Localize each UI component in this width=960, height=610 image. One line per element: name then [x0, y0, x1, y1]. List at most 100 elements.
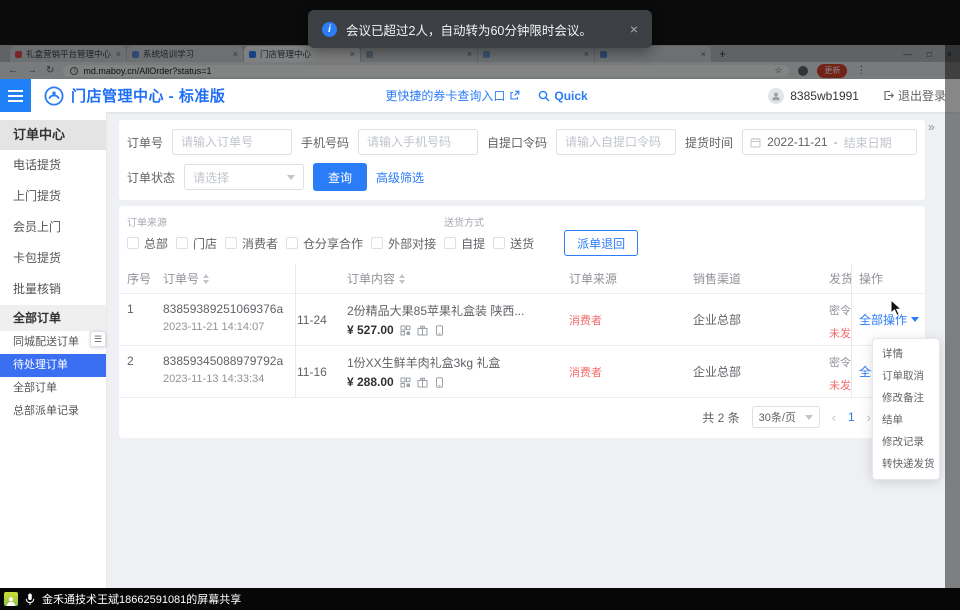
gift-icon[interactable] [417, 377, 428, 388]
date-start-value[interactable]: 2022-11-21 [767, 135, 828, 149]
cell-order-content: 2份精品大果85苹果礼盒装 陕西... ¥ 527.00 [339, 294, 561, 346]
header-order-content[interactable]: 订单内容 [339, 264, 561, 294]
sidebar-section-all-orders[interactable]: 全部订单 [0, 305, 106, 331]
next-page-button[interactable]: › [867, 410, 871, 425]
menu-item-switch-express[interactable]: 转快递发货 [873, 453, 939, 475]
sidebar-section-order-center[interactable]: 订单中心 [0, 120, 106, 150]
qrcode-icon[interactable] [400, 325, 411, 336]
sidebar-collapse-handle[interactable]: ☰ [90, 331, 106, 347]
sidebar-toggle-button[interactable] [0, 79, 31, 112]
header-order-no[interactable]: 订单号 [155, 264, 295, 294]
quick-search-link[interactable]: Quick [538, 89, 587, 103]
screenshare-label: 金禾通技术王斌18662591081的屏幕共享 [42, 591, 241, 607]
checkbox-source-warehouse-share[interactable]: 仓分享合作 [286, 235, 363, 252]
all-actions-dropdown[interactable]: 全部操作 [859, 311, 919, 328]
date-separator: - [834, 135, 838, 149]
checkbox-delivery-deliver[interactable]: 送货 [493, 235, 534, 252]
checkbox-icon[interactable] [127, 237, 139, 249]
app-header: 门店管理中心 - 标准版 更快捷的券卡查询入口 Quick 8385wb199 [0, 79, 960, 112]
order-time: 2023-11-13 14:33:34 [163, 373, 295, 385]
search-button[interactable]: 查询 [313, 163, 367, 191]
header-user-area: 8385wb1991 退出登录 [768, 87, 960, 104]
cell-order-source: 消费者 [561, 346, 685, 398]
fixed-column-divider-right [851, 264, 852, 398]
sidebar-item-door-pickup[interactable]: 上门提货 [0, 181, 106, 212]
menu-item-close-order[interactable]: 结单 [873, 409, 939, 431]
actions-dropdown-menu: 详情 订单取消 修改备注 结单 修改记录 转快递发货 [872, 338, 940, 480]
sidebar-item-batch-verify[interactable]: 批量核销 [0, 274, 106, 305]
filter-checkbox-row: 总部 门店 消费者 仓分享合作 外部对接 自提 送货 派单退回 [127, 230, 638, 256]
pickup-date-range-picker[interactable]: 2022-11-21 - 结束日期 [742, 129, 917, 155]
checkbox-icon[interactable] [371, 237, 383, 249]
order-price: ¥ 527.00 [347, 323, 394, 337]
checkbox-delivery-selfpickup[interactable]: 自提 [444, 235, 485, 252]
order-list-panel: 订单来源 送货方式 总部 门店 消费者 仓分享合作 外部对接 自提 送货 派单退… [119, 206, 925, 438]
sort-icon[interactable] [203, 274, 209, 284]
username-text[interactable]: 8385wb1991 [790, 89, 859, 103]
date-end-placeholder[interactable]: 结束日期 [844, 134, 892, 151]
checkbox-icon[interactable] [176, 237, 188, 249]
panel-collapse-icon[interactable]: » [928, 120, 934, 134]
checkbox-icon[interactable] [444, 237, 456, 249]
gift-icon[interactable] [417, 325, 428, 336]
pickup-code-input[interactable] [556, 129, 676, 155]
microphone-icon [25, 593, 35, 606]
table-row-1: 1 83859389251069376a 2023-11-21 14:14:07… [119, 294, 925, 346]
fixed-column-divider-left [295, 264, 296, 398]
checkbox-icon[interactable] [493, 237, 505, 249]
sort-icon[interactable] [399, 274, 405, 284]
main-content: » 订单号 手机号码 自提口令码 提货时间 2022-11- [107, 112, 960, 588]
cell-ship-status-cut: 密令 未发 [827, 346, 851, 398]
filter-row-2: 订单状态 请选择 查询 高级筛选 [127, 163, 917, 191]
table-row-2: 2 83859345088979792a 2023-11-13 14:33:34… [119, 346, 925, 398]
advanced-filter-link[interactable]: 高级筛选 [376, 169, 424, 186]
order-no-value[interactable]: 83859389251069376a [163, 302, 283, 316]
cell-pickup-date-cut: 11-16 [295, 346, 339, 398]
order-status-select[interactable]: 请选择 [184, 164, 304, 190]
sidebar-item-all-orders[interactable]: 全部订单 [0, 377, 106, 400]
cell-sales-channel: 企业总部 [685, 346, 827, 398]
table-header-row: 序号 订单号 订单内容 订单来源 销售渠道 发货状态 操作 [119, 264, 925, 294]
checkbox-source-store[interactable]: 门店 [176, 235, 217, 252]
menu-item-edit-remark[interactable]: 修改备注 [873, 387, 939, 409]
cell-index: 1 [119, 294, 155, 346]
phone-input[interactable] [358, 129, 478, 155]
coupon-query-link-label: 更快捷的券卡查询入口 [385, 87, 505, 104]
header-index: 序号 [119, 264, 155, 294]
coupon-query-link[interactable]: 更快捷的券卡查询入口 [385, 87, 520, 104]
sidebar-item-member-visit[interactable]: 会员上门 [0, 212, 106, 243]
order-no-input[interactable] [172, 129, 292, 155]
order-price: ¥ 288.00 [347, 375, 394, 389]
presenter-avatar [4, 592, 18, 606]
cell-index: 2 [119, 346, 155, 398]
dispatch-return-button[interactable]: 派单退回 [564, 230, 638, 256]
meeting-toast: i 会议已超过2人，自动转为60分钟限时会议。 × [308, 10, 652, 48]
checkbox-icon[interactable] [286, 237, 298, 249]
menu-item-edit-history[interactable]: 修改记录 [873, 431, 939, 453]
order-no-value[interactable]: 83859345088979792a [163, 354, 283, 368]
prev-page-button[interactable]: ‹ [832, 410, 836, 425]
checkbox-source-hq[interactable]: 总部 [127, 235, 168, 252]
phone-icon[interactable] [434, 325, 445, 336]
menu-item-details[interactable]: 详情 [873, 343, 939, 365]
page-size-select[interactable]: 30条/页 [752, 406, 820, 428]
sidebar-item-pending-orders-active[interactable]: 待处理订单 [0, 354, 106, 377]
sidebar-item-phone-pickup[interactable]: 电话提货 [0, 150, 106, 181]
screenshare-dim-overlay-right [945, 45, 960, 588]
menu-item-cancel-order[interactable]: 订单取消 [873, 365, 939, 387]
qrcode-icon[interactable] [400, 377, 411, 388]
chevron-down-icon [287, 175, 295, 180]
logout-button[interactable]: 退出登录 [883, 87, 946, 104]
chevron-down-icon [911, 317, 919, 322]
checkbox-source-external[interactable]: 外部对接 [371, 235, 436, 252]
checkbox-source-consumer[interactable]: 消费者 [225, 235, 278, 252]
order-source-group-label: 订单来源 [127, 214, 167, 229]
sidebar-item-card-pickup[interactable]: 卡包提货 [0, 243, 106, 274]
order-time: 2023-11-21 14:14:07 [163, 321, 295, 333]
page-number-1[interactable]: 1 [848, 410, 855, 424]
checkbox-icon[interactable] [225, 237, 237, 249]
phone-label: 手机号码 [301, 134, 349, 151]
toast-close-icon[interactable]: × [630, 21, 638, 37]
phone-icon[interactable] [434, 377, 445, 388]
sidebar-item-hq-dispatch-records[interactable]: 总部派单记录 [0, 400, 106, 423]
